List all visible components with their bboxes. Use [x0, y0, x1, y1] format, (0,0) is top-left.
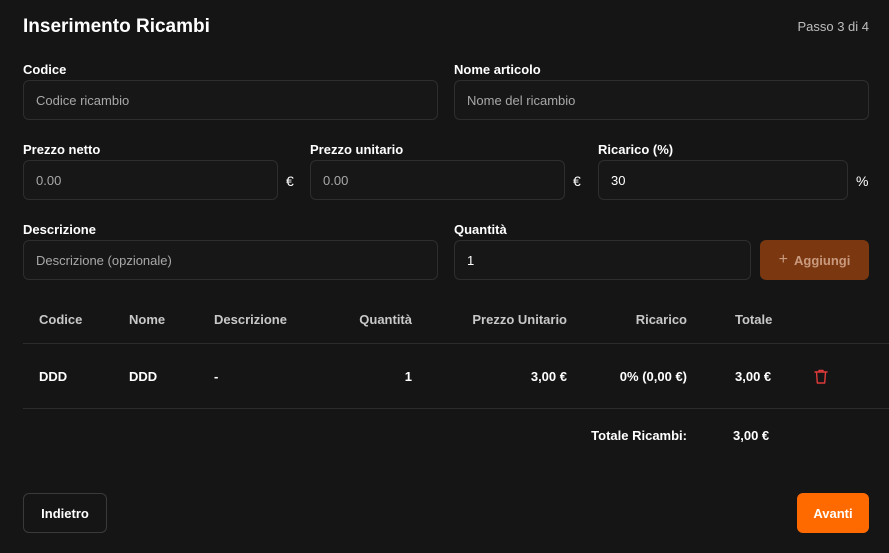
- ricarico-input[interactable]: [598, 160, 848, 200]
- prezzo-unitario-input[interactable]: [310, 160, 565, 200]
- quantita-input[interactable]: [454, 240, 751, 280]
- row-ricarico: 0% (0,00 €): [619, 369, 687, 384]
- prezzo-netto-label: Prezzo netto: [23, 142, 101, 157]
- descrizione-input[interactable]: [23, 240, 438, 280]
- total-label: Totale Ricambi:: [591, 428, 687, 443]
- codice-label: Codice: [23, 62, 67, 77]
- row-totale: 3,00 €: [735, 369, 772, 384]
- row-nome: DDD: [129, 369, 158, 384]
- nome-input[interactable]: [454, 80, 869, 120]
- prezzo-unitario-currency: €: [573, 173, 581, 189]
- quantita-label: Quantità: [454, 222, 507, 237]
- step-indicator: Passo 3 di 4: [797, 19, 869, 34]
- prezzo-netto-input[interactable]: [23, 160, 278, 200]
- descrizione-label: Descrizione: [23, 222, 96, 237]
- back-button[interactable]: Indietro: [23, 493, 107, 533]
- total-value: 3,00 €: [733, 428, 770, 443]
- table-divider-bottom: [23, 408, 889, 409]
- prezzo-unitario-label: Prezzo unitario: [310, 142, 404, 157]
- col-header-totale: Totale: [735, 312, 773, 327]
- trash-icon[interactable]: [813, 368, 829, 385]
- table-divider: [23, 343, 889, 344]
- col-header-nome: Nome: [129, 312, 166, 327]
- page-title: Inserimento Ricambi: [23, 16, 210, 37]
- add-button-label: Aggiungi: [794, 252, 851, 268]
- col-header-quantita: Quantità: [359, 312, 412, 327]
- next-button[interactable]: Avanti: [797, 493, 869, 533]
- col-header-descrizione: Descrizione: [214, 312, 287, 327]
- col-header-ricarico: Ricarico: [635, 312, 687, 327]
- ricarico-percent: %: [856, 173, 869, 189]
- plus-icon: +: [778, 251, 788, 268]
- ricarico-label: Ricarico (%): [598, 142, 674, 157]
- row-codice: DDD: [39, 369, 68, 384]
- col-header-prezzo-unitario: Prezzo Unitario: [472, 312, 567, 327]
- row-quantita: 1: [404, 369, 412, 384]
- nome-label: Nome articolo: [454, 62, 541, 77]
- row-prezzo-unitario: 3,00 €: [530, 369, 567, 384]
- add-button[interactable]: + Aggiungi: [760, 240, 869, 280]
- prezzo-netto-currency: €: [286, 173, 294, 189]
- codice-input[interactable]: [23, 80, 438, 120]
- col-header-codice: Codice: [39, 312, 83, 327]
- row-descrizione: -: [214, 369, 219, 384]
